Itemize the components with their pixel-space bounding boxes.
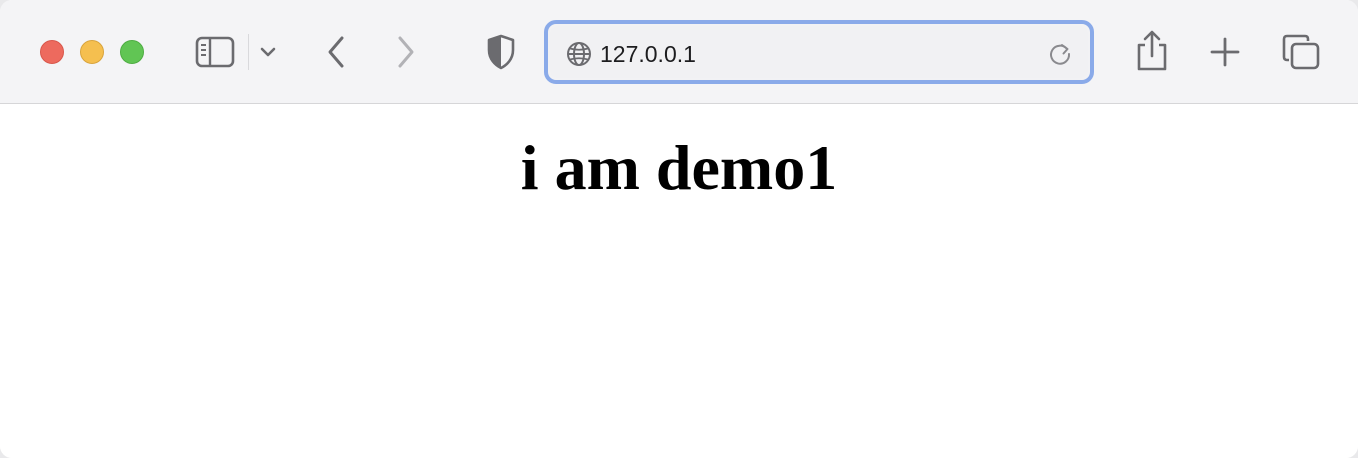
sidebar-icon	[195, 36, 235, 68]
share-button[interactable]	[1132, 28, 1172, 74]
address-bar[interactable]: 127.0.0.1	[544, 20, 1094, 84]
url-text[interactable]: 127.0.0.1	[600, 40, 696, 68]
privacy-report-button[interactable]	[484, 32, 518, 72]
page-heading: i am demo1	[520, 132, 838, 203]
tabs-overview-icon	[1282, 34, 1320, 70]
forward-arrow-icon	[398, 36, 414, 68]
forward-button[interactable]	[390, 32, 422, 72]
globe-icon	[567, 42, 591, 66]
tab-overview-button[interactable]	[1280, 32, 1322, 72]
address-field[interactable]: 127.0.0.1	[550, 26, 1088, 78]
browser-toolbar: 127.0.0.1	[0, 0, 1358, 104]
share-icon	[1137, 30, 1167, 71]
minimize-window-button[interactable]	[80, 40, 104, 64]
sidebar-menu-button[interactable]	[256, 40, 280, 64]
new-tab-button[interactable]	[1206, 34, 1244, 70]
privacy-shield-icon	[487, 34, 515, 70]
close-window-button[interactable]	[40, 40, 64, 64]
toolbar-separator	[248, 34, 249, 70]
browser-window: 127.0.0.1 i am demo1	[0, 0, 1358, 458]
plus-icon	[1210, 37, 1240, 67]
maximize-window-button[interactable]	[120, 40, 144, 64]
chevron-down-icon	[260, 47, 276, 57]
page-content: i am demo1	[0, 105, 1358, 458]
reload-icon[interactable]	[1046, 40, 1074, 68]
back-button[interactable]	[320, 32, 352, 72]
back-arrow-icon	[328, 36, 344, 68]
sidebar-toggle-button[interactable]	[194, 34, 236, 70]
